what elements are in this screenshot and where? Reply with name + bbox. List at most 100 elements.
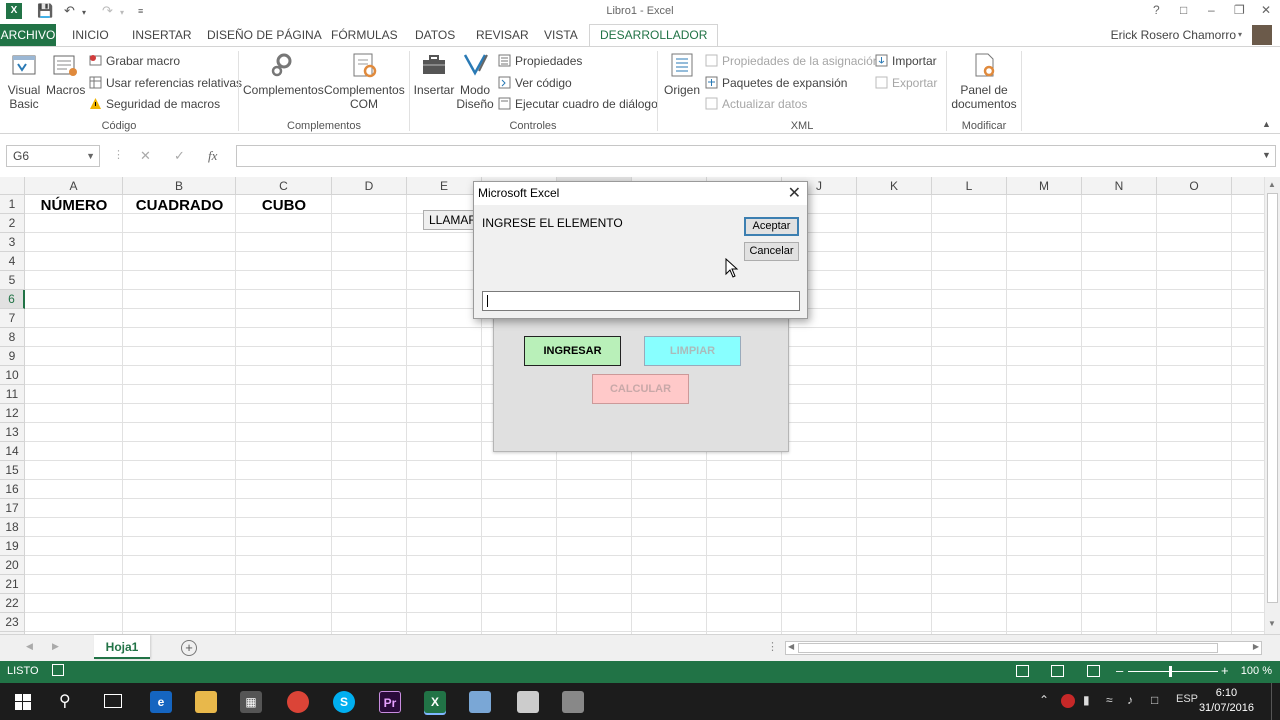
column-header[interactable]: K [857,177,932,195]
user-dropdown-icon[interactable]: ▾ [1238,30,1242,39]
row-header[interactable]: 18 [0,518,25,537]
column-header[interactable]: B [123,177,236,195]
vertical-scrollbar[interactable]: ▲ ▼ [1264,177,1280,634]
origen-button[interactable]: Origen [662,51,702,97]
undo-icon[interactable]: ↶ [64,3,75,19]
ingresar-button[interactable]: INGRESAR [524,336,621,366]
confirm-entry-icon[interactable]: ✓ [174,148,185,164]
customize-qat-icon[interactable]: ≡ [138,6,143,16]
row-header[interactable]: 20 [0,556,25,575]
limpiar-button[interactable]: LIMPIAR [644,336,741,366]
row-header[interactable]: 4 [0,252,25,271]
row-header[interactable]: 22 [0,594,25,613]
row-header[interactable]: 8 [0,328,25,347]
zoom-in-icon[interactable]: + [1221,663,1229,678]
row-header-selected[interactable]: 6 [0,290,25,309]
windows-start-icon[interactable] [15,694,31,710]
propiedades-asignacion-button[interactable]: Propiedades de la asignación [705,54,879,68]
column-header[interactable]: E [407,177,482,195]
insertar-control-button[interactable]: Insertar [413,51,455,97]
calcular-button[interactable]: CALCULAR [592,374,689,404]
column-header[interactable]: M [1007,177,1082,195]
paquetes-expansion-button[interactable]: Paquetes de expansión [705,76,847,90]
page-layout-icon[interactable] [1051,665,1064,677]
expand-formula-icon[interactable]: ▼ [1262,150,1271,160]
battery-icon[interactable]: ▮ [1083,693,1090,707]
premiere-icon[interactable]: Pr [379,691,401,713]
zoom-level[interactable]: 100 % [1241,665,1272,677]
close-icon[interactable]: ✕ [788,182,801,205]
chrome-icon[interactable] [287,691,309,713]
importar-button[interactable]: Importar [875,54,937,68]
help-icon[interactable]: ? [1153,3,1160,17]
insert-function-icon[interactable]: fx [208,148,217,164]
ribbon-display-icon[interactable]: □ [1180,3,1187,17]
collapse-ribbon-icon[interactable]: ▲ [1262,119,1271,129]
clock[interactable]: 6:10 31/07/2016 [1199,686,1254,716]
tab-archivo[interactable]: ARCHIVO [0,24,56,46]
horizontal-scroll-thumb[interactable] [798,643,1218,653]
ejecutar-dialogo-button[interactable]: Ejecutar cuadro de diálogo [498,97,658,111]
add-sheet-icon[interactable]: + [181,640,197,656]
row-header[interactable]: 16 [0,480,25,499]
row-header[interactable]: 11 [0,385,25,404]
row-header[interactable]: 23 [0,613,25,632]
snipping-tool-icon[interactable] [562,691,584,713]
row-header[interactable]: 9 [0,347,25,366]
row-header[interactable]: 5 [0,271,25,290]
cell-b1[interactable]: CUADRADO [123,197,236,214]
vertical-scroll-thumb[interactable] [1267,193,1278,603]
column-header[interactable]: N [1082,177,1157,195]
scroll-sheets-right-icon[interactable]: ▶ [52,641,59,652]
aceptar-button[interactable]: Aceptar [744,217,799,236]
task-view-icon[interactable] [104,694,122,708]
save-icon[interactable]: 💾 [37,3,53,19]
seguridad-macros-button[interactable]: Seguridad de macros [89,97,220,111]
row-header[interactable]: 2 [0,214,25,233]
select-all-corner[interactable] [0,177,25,195]
row-header[interactable]: 3 [0,233,25,252]
row-header[interactable]: 19 [0,537,25,556]
column-header[interactable] [1232,177,1264,195]
exportar-button[interactable]: Exportar [875,76,937,90]
cell-c1[interactable]: CUBO [236,197,332,214]
visual-basic-button[interactable]: Visual Basic [4,51,44,111]
tab-desarrollador[interactable]: DESARROLLADOR [589,24,719,47]
panel-documentos-button[interactable]: Panel de documentos [950,51,1018,111]
column-header[interactable]: A [25,177,123,195]
formula-input[interactable] [236,145,1276,167]
column-header[interactable]: D [332,177,407,195]
show-desktop-button[interactable] [1271,683,1276,720]
tab-revisar[interactable]: REVISAR [476,28,529,42]
normal-view-icon[interactable] [1016,665,1029,677]
tab-inicio[interactable]: INICIO [72,28,109,42]
horizontal-scrollbar[interactable]: ◀ ▶ [785,641,1262,655]
row-header[interactable]: 10 [0,366,25,385]
zoom-slider[interactable] [1128,671,1218,672]
complementos-button[interactable]: Complementos [243,51,324,97]
redo-icon[interactable]: ↷ [102,3,113,19]
microphone-app-icon[interactable] [517,691,539,713]
name-box[interactable]: G6 ▼ [6,145,100,167]
page-break-icon[interactable] [1087,665,1100,677]
scroll-left-icon[interactable]: ◀ [788,642,794,651]
file-explorer-icon[interactable] [195,691,217,713]
scroll-sheets-left-icon[interactable]: ◀ [26,641,33,652]
row-header[interactable]: 7 [0,309,25,328]
app-icon[interactable] [469,691,491,713]
close-window-icon[interactable]: ✕ [1261,3,1271,17]
row-header[interactable]: 14 [0,442,25,461]
scroll-down-icon[interactable]: ▼ [1268,619,1276,628]
zoom-out-icon[interactable]: – [1116,663,1123,678]
cancelar-button[interactable]: Cancelar [744,242,799,261]
scroll-up-icon[interactable]: ▲ [1268,180,1276,189]
propiedades-button[interactable]: Propiedades [498,54,582,68]
edge-icon[interactable]: e [150,691,172,713]
undo-dropdown-icon[interactable]: ▾ [82,8,86,17]
tab-insertar[interactable]: INSERTAR [132,28,192,42]
wifi-icon[interactable]: ≈ [1106,693,1113,707]
chevron-down-icon[interactable]: ▼ [86,146,95,166]
row-header[interactable]: 17 [0,499,25,518]
restore-icon[interactable]: ❐ [1234,3,1245,17]
avatar[interactable] [1252,25,1272,45]
